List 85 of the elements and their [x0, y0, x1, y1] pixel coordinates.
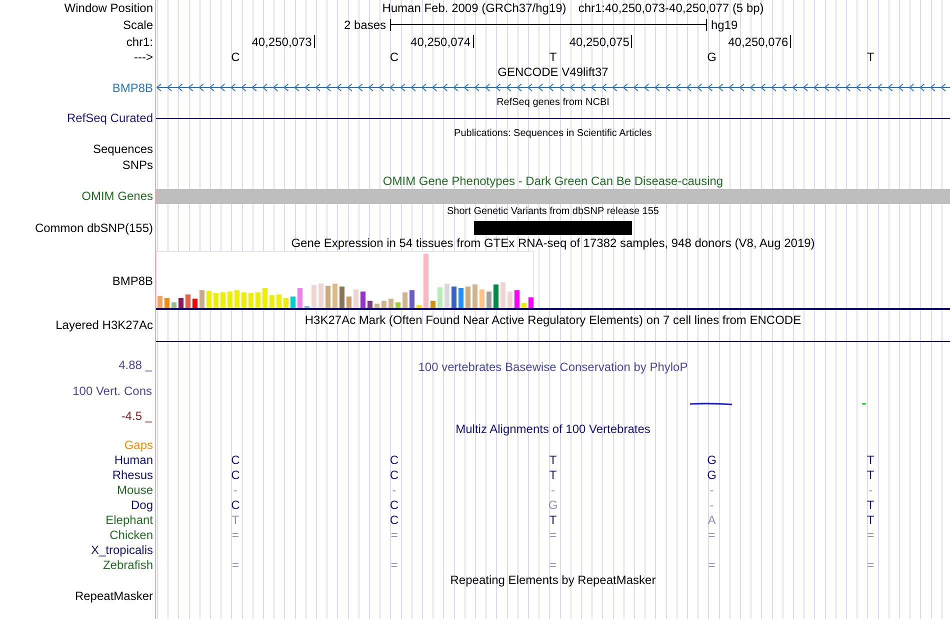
base-letter: = [708, 528, 716, 542]
base-letter: = [867, 558, 874, 572]
track-title: Gene Expression in 54 tissues from GTEx RNA-seq of 17382 samples, 948 donors (V8, Aug 2019) [291, 236, 815, 250]
base-letter: = [232, 558, 239, 572]
track-label[interactable]: Elephant [106, 513, 153, 528]
track-title: Short Genetic Variants from dbSNP release 155 [447, 204, 659, 218]
base-letter: T [549, 453, 557, 468]
base-letter: T [866, 453, 874, 468]
base-letter: = [549, 558, 556, 572]
base-letter: = [708, 558, 716, 572]
base-letter: C [390, 513, 399, 528]
base-letter: C [390, 50, 399, 64]
track-title: OMIM Gene Phenotypes - Dark Green Can Be Disease-causing [382, 174, 724, 188]
base-letter: G [548, 498, 558, 512]
track-label[interactable]: OMIM Genes [82, 189, 153, 204]
track-label[interactable]: Dog [130, 498, 153, 512]
base-letter: C [390, 453, 399, 468]
track-label[interactable]: RepeatMasker [74, 589, 153, 603]
base-letter: T [866, 513, 874, 528]
axis-max-label: 4.88 _ [118, 357, 153, 373]
track-label[interactable]: Zebrafish [102, 558, 153, 572]
base-letter: G [707, 468, 716, 482]
track-label[interactable]: Human [114, 453, 153, 468]
base-letter: - [550, 483, 555, 498]
track-label[interactable]: Common dbSNP(155) [34, 220, 153, 234]
coordinate-label: 40,250,075 [569, 34, 630, 48]
base-letter: T [549, 513, 557, 528]
track-label[interactable]: BMP8B [112, 80, 153, 94]
track-label: Scale [122, 18, 153, 32]
track-label[interactable]: RefSeq Curated [66, 111, 153, 126]
track-title: Publications: Sequences in Scientific Articles [454, 126, 652, 140]
base-letter: C [231, 468, 240, 482]
variant-bar[interactable] [474, 220, 632, 234]
conservation-mark [862, 403, 866, 405]
position-text: chr1:40,250,073-40,250,077 (5 bp) [578, 0, 764, 15]
base-letter: T [549, 50, 557, 64]
base-letter: T [866, 50, 874, 64]
conservation-line [690, 402, 732, 406]
base-letter: T [232, 513, 240, 528]
track-label[interactable]: Mouse [116, 483, 153, 498]
base-letter: - [233, 483, 238, 498]
base-letter: C [231, 453, 240, 468]
track-label[interactable]: Sequences [92, 142, 153, 156]
coordinate-label: 40,250,076 [728, 34, 788, 48]
base-letter: - [392, 483, 396, 498]
base-letter: = [867, 528, 874, 542]
track-title: Repeating Elements by RepeatMasker [450, 573, 656, 588]
track-label: Window Position [64, 0, 153, 15]
track-label[interactable]: X_tropicalis [90, 543, 153, 558]
base-letter: C [390, 468, 399, 482]
track-label[interactable]: BMP8B [112, 274, 153, 288]
coordinate-label: 40,250,074 [410, 34, 471, 48]
coordinate-label: 40,250,073 [252, 34, 312, 48]
base-letter: G [707, 453, 716, 468]
track-label: chr1: [126, 34, 153, 48]
base-letter: A [708, 513, 716, 528]
assembly-label: hg19 [710, 18, 739, 32]
assembly-name: Human Feb. 2009 (GRCh37/hg19) [382, 0, 566, 15]
base-letter: = [549, 528, 556, 542]
track-title: RefSeq genes from NCBI [496, 96, 610, 110]
base-letter: - [868, 483, 873, 498]
scale-text: 2 bases [342, 18, 387, 32]
base-letter: = [232, 528, 239, 542]
base-letter: T [866, 468, 874, 482]
base-letter: C [390, 498, 399, 512]
base-letter: G [707, 50, 716, 64]
base-letter: C [231, 498, 240, 512]
track-label: ---> [134, 50, 153, 64]
track-label[interactable]: 100 Vert. Cons [72, 382, 153, 398]
track-label[interactable]: SNPs [122, 158, 153, 172]
track-title: GENCODE V49lift37 [498, 64, 608, 78]
track-label[interactable]: Layered H3K27Ac [56, 318, 153, 332]
base-letter: T [866, 498, 874, 512]
track-label[interactable]: Rhesus [112, 468, 153, 482]
track-title: Multiz Alignments of 100 Vertebrates [456, 422, 650, 436]
base-letter: = [390, 558, 398, 572]
axis-min-label: -4.5 _ [121, 408, 153, 424]
track-label[interactable]: Chicken [110, 528, 153, 542]
base-letter: = [390, 528, 398, 542]
base-letter: - [710, 498, 714, 512]
base-letter: C [231, 50, 240, 64]
base-letter: T [549, 468, 557, 482]
track-title: H3K27Ac Mark (Often Found Near Active Regulatory Elements) on 7 cell lines from ENCODE [304, 313, 802, 327]
track-title: 100 vertebrates Basewise Conservation by PhyloP [418, 360, 688, 374]
base-letter: - [710, 483, 714, 498]
